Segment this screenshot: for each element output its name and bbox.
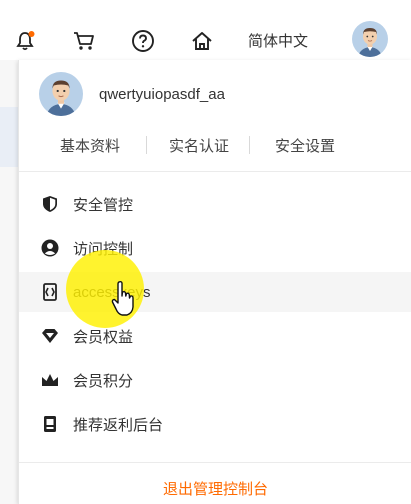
menu-item-member-points[interactable]: 会员积分 <box>19 360 411 400</box>
menu-item-security-control[interactable]: 安全管控 <box>19 184 411 224</box>
account-links: 基本资料 实名认证 安全设置 <box>19 132 411 158</box>
menu-item-referral-rebate[interactable]: 推荐返利后台 <box>19 404 411 444</box>
help-icon[interactable] <box>130 28 156 54</box>
divider <box>19 462 411 463</box>
home-icon[interactable] <box>189 28 215 54</box>
menu-label: 会员权益 <box>73 328 134 346</box>
menu-label: 访问控制 <box>73 240 134 258</box>
security-settings-link[interactable]: 安全设置 <box>275 135 335 156</box>
menu-label: 会员积分 <box>73 372 134 390</box>
divider <box>19 171 411 172</box>
user-avatar[interactable] <box>352 21 388 57</box>
shield-icon <box>41 195 59 213</box>
notification-badge <box>28 31 35 37</box>
link-separator <box>249 136 251 154</box>
language-selector[interactable]: 简体中文 <box>248 30 308 51</box>
username: qwertyuiopasdf_aa <box>99 85 225 103</box>
link-separator <box>146 136 148 154</box>
crown-icon <box>41 371 59 389</box>
user-icon <box>41 239 59 257</box>
background-highlight <box>0 107 18 167</box>
cart-icon[interactable] <box>71 28 97 54</box>
background-sidebar <box>0 60 18 504</box>
menu-label: accesskeys <box>73 283 151 301</box>
profile-header: qwertyuiopasdf_aa <box>39 72 225 116</box>
menu-label: 推荐返利后台 <box>73 416 164 434</box>
diamond-icon <box>41 327 59 345</box>
menu-item-access-control[interactable]: 访问控制 <box>19 228 411 268</box>
bell-icon[interactable] <box>12 28 38 54</box>
accesskey-icon <box>41 283 59 301</box>
menu-item-accesskeys[interactable]: accesskeys <box>19 272 411 312</box>
menu-label: 安全管控 <box>73 196 134 214</box>
rebate-icon <box>41 415 59 433</box>
top-navigation-bar: 简体中文 <box>0 0 411 60</box>
profile-avatar <box>39 72 83 116</box>
logout-button[interactable]: 退出管理控制台 <box>19 478 411 499</box>
user-dropdown-menu: qwertyuiopasdf_aa 基本资料 实名认证 安全设置 安全管控 访问… <box>18 60 411 504</box>
basic-profile-link[interactable]: 基本资料 <box>60 135 120 156</box>
menu-item-member-benefits[interactable]: 会员权益 <box>19 316 411 356</box>
real-name-verification-link[interactable]: 实名认证 <box>169 135 229 156</box>
